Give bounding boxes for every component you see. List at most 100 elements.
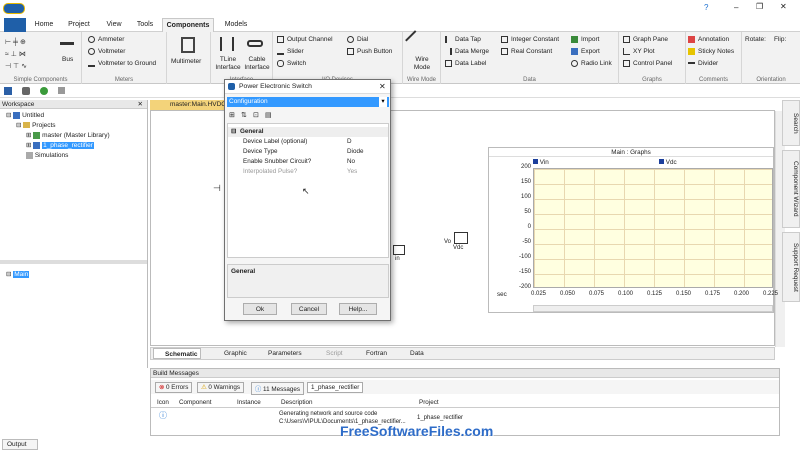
output-tab[interactable]: Output bbox=[2, 439, 38, 450]
configuration-dropdown[interactable]: Configuration ▾ bbox=[227, 97, 389, 107]
flip-button[interactable]: Flip: bbox=[774, 36, 786, 44]
export-button[interactable]: Export bbox=[571, 48, 600, 56]
switch-button[interactable]: Switch bbox=[277, 60, 306, 68]
app-logo-icon[interactable] bbox=[3, 3, 25, 14]
import-button[interactable]: Import bbox=[571, 36, 599, 44]
sort-icon[interactable]: ⇅ bbox=[241, 111, 247, 119]
tab-view[interactable]: View bbox=[100, 18, 128, 32]
tab-tools[interactable]: Tools bbox=[132, 18, 158, 32]
maximize-button[interactable]: ❐ bbox=[756, 2, 763, 11]
radio-link-button[interactable]: Radio Link bbox=[571, 60, 612, 68]
slider-button[interactable]: Slider bbox=[277, 48, 304, 56]
close-button[interactable]: ✕ bbox=[780, 2, 787, 11]
tab-fortran[interactable]: Fortran bbox=[355, 348, 389, 359]
tree-node-simulations[interactable]: Simulations bbox=[6, 151, 147, 161]
ok-button[interactable]: Ok bbox=[243, 303, 277, 315]
stop-icon[interactable] bbox=[58, 87, 65, 94]
section-general[interactable]: ⊟ General bbox=[228, 127, 388, 137]
side-tab-component-wizard[interactable]: Component Wizard bbox=[782, 150, 800, 228]
tree-node-rectifier[interactable]: ⊞ 1_phase_rectifier bbox=[6, 141, 147, 151]
cancel-button[interactable]: Cancel bbox=[291, 303, 327, 315]
xy-plot-button[interactable]: XY Plot bbox=[623, 48, 655, 56]
tab-models[interactable]: Models bbox=[220, 18, 252, 32]
property-row[interactable]: Device Type Diode bbox=[232, 147, 389, 157]
tree-node-projects[interactable]: ⊟ Projects bbox=[6, 121, 147, 131]
plot-area[interactable] bbox=[533, 168, 773, 288]
property-row[interactable]: Device Label (optional) D bbox=[232, 137, 389, 147]
component-icons[interactable]: ⊢ ╪ ⊕ ≈ ⊥ ⋈ ⊣ ⊤ ∿ bbox=[5, 37, 27, 73]
tab-parameters[interactable]: Parameters bbox=[257, 348, 304, 359]
tab-schematic[interactable]: Schematic bbox=[153, 348, 201, 359]
tab-components[interactable]: Components bbox=[162, 18, 214, 32]
vertical-scrollbar[interactable] bbox=[775, 111, 785, 347]
group-data: Data Tap Data Merge Data Label Integer C… bbox=[441, 32, 619, 84]
page-icon[interactable]: ▤ bbox=[265, 111, 272, 119]
tab-home[interactable]: Home bbox=[30, 18, 58, 32]
real-constant-button[interactable]: Real Constant bbox=[501, 48, 552, 56]
close-icon[interactable]: ✕ bbox=[138, 100, 143, 109]
sticky-notes-button[interactable]: Sticky Notes bbox=[688, 48, 734, 56]
rotate-button[interactable]: Rotate: bbox=[745, 36, 766, 44]
dialog-close-icon[interactable]: ✕ bbox=[379, 82, 386, 91]
graph-panel[interactable]: Main : Graphs Vin Vdc 200 150 100 50 0 -50 -10… bbox=[488, 147, 778, 313]
data-label-button[interactable]: Data Label bbox=[445, 60, 486, 68]
meter-block-icon[interactable] bbox=[393, 245, 405, 255]
warnings-filter[interactable]: ⚠ 0 Warnings bbox=[197, 382, 245, 393]
bus-icon[interactable] bbox=[60, 42, 74, 45]
errors-filter[interactable]: ⊗ 0 Errors bbox=[155, 382, 193, 393]
properties-icon[interactable]: ⊡ bbox=[253, 111, 259, 119]
dialog-titlebar[interactable]: Power Electronic Switch ✕ bbox=[225, 80, 390, 94]
save-icon[interactable] bbox=[4, 87, 12, 95]
multimeter-button[interactable]: Multimeter bbox=[171, 58, 201, 66]
integer-constant-button[interactable]: Integer Constant bbox=[501, 36, 559, 44]
data-tap-button[interactable]: Data Tap bbox=[445, 36, 481, 44]
splitter[interactable] bbox=[0, 260, 147, 264]
bus-button[interactable]: Bus bbox=[62, 56, 73, 64]
dial-button[interactable]: Dial bbox=[347, 36, 368, 44]
help-button[interactable]: Help... bbox=[339, 303, 377, 315]
side-tab-search[interactable]: Search bbox=[782, 100, 800, 146]
property-value[interactable]: No bbox=[347, 157, 355, 167]
ammeter-button[interactable]: Ammeter bbox=[88, 36, 124, 44]
annotation-button[interactable]: Annotation bbox=[688, 36, 729, 44]
tree-node-main[interactable]: ⊟ Main bbox=[6, 270, 147, 280]
push-button-button[interactable]: Push Button bbox=[347, 48, 392, 56]
multimeter-icon[interactable] bbox=[181, 37, 195, 53]
project-filter-dropdown[interactable]: 1_phase_rectifier bbox=[307, 382, 364, 393]
cable-button[interactable]: Cable Interface bbox=[242, 56, 272, 72]
divider-button[interactable]: Divider bbox=[688, 60, 718, 68]
wire-mode-button[interactable]: Wire Mode bbox=[407, 56, 437, 72]
property-value[interactable]: D bbox=[347, 137, 352, 147]
tab-project[interactable]: Project bbox=[64, 18, 94, 32]
side-tab-support-request[interactable]: Support Request bbox=[782, 232, 800, 302]
tab-script[interactable]: Script bbox=[315, 348, 345, 359]
property-value[interactable]: Yes bbox=[347, 167, 357, 177]
run-icon[interactable] bbox=[40, 87, 48, 95]
output-block-icon[interactable] bbox=[454, 232, 468, 244]
tline-button[interactable]: TLine Interface bbox=[214, 56, 242, 72]
minimize-button[interactable]: – bbox=[734, 3, 738, 12]
graph-pane-button[interactable]: Graph Pane bbox=[623, 36, 668, 44]
build-icon[interactable] bbox=[22, 87, 30, 95]
data-merge-button[interactable]: Data Merge bbox=[445, 48, 489, 56]
property-row[interactable]: Interpolated Pulse? Yes bbox=[232, 167, 389, 177]
categorized-icon[interactable]: ⊞ bbox=[229, 111, 235, 119]
file-menu[interactable] bbox=[4, 18, 26, 32]
tline-icon[interactable] bbox=[220, 37, 234, 51]
voltmeter-button[interactable]: Voltmeter bbox=[88, 48, 125, 56]
property-row[interactable]: Enable Snubber Circuit? No bbox=[232, 157, 389, 167]
tree-node-master[interactable]: ⊞ master (Master Library) bbox=[6, 131, 147, 141]
cable-icon[interactable] bbox=[247, 40, 263, 47]
control-panel-button[interactable]: Control Panel bbox=[623, 60, 672, 68]
help-icon[interactable]: ? bbox=[704, 3, 708, 12]
description-title: General bbox=[231, 268, 256, 275]
tab-data[interactable]: Data bbox=[399, 348, 426, 359]
tree-node-untitled[interactable]: ⊟ Untitled bbox=[6, 111, 147, 121]
voltmeter-ground-button[interactable]: Voltmeter to Ground bbox=[88, 60, 156, 68]
tab-graphic[interactable]: Graphic bbox=[213, 348, 249, 359]
output-channel-button[interactable]: Output Channel bbox=[277, 36, 333, 44]
property-value[interactable]: Diode bbox=[347, 147, 363, 157]
messages-filter[interactable]: ⓘ 11 Messages bbox=[251, 382, 305, 395]
graph-scrollbar[interactable] bbox=[533, 305, 773, 312]
wire-mode-icon[interactable] bbox=[405, 30, 425, 50]
